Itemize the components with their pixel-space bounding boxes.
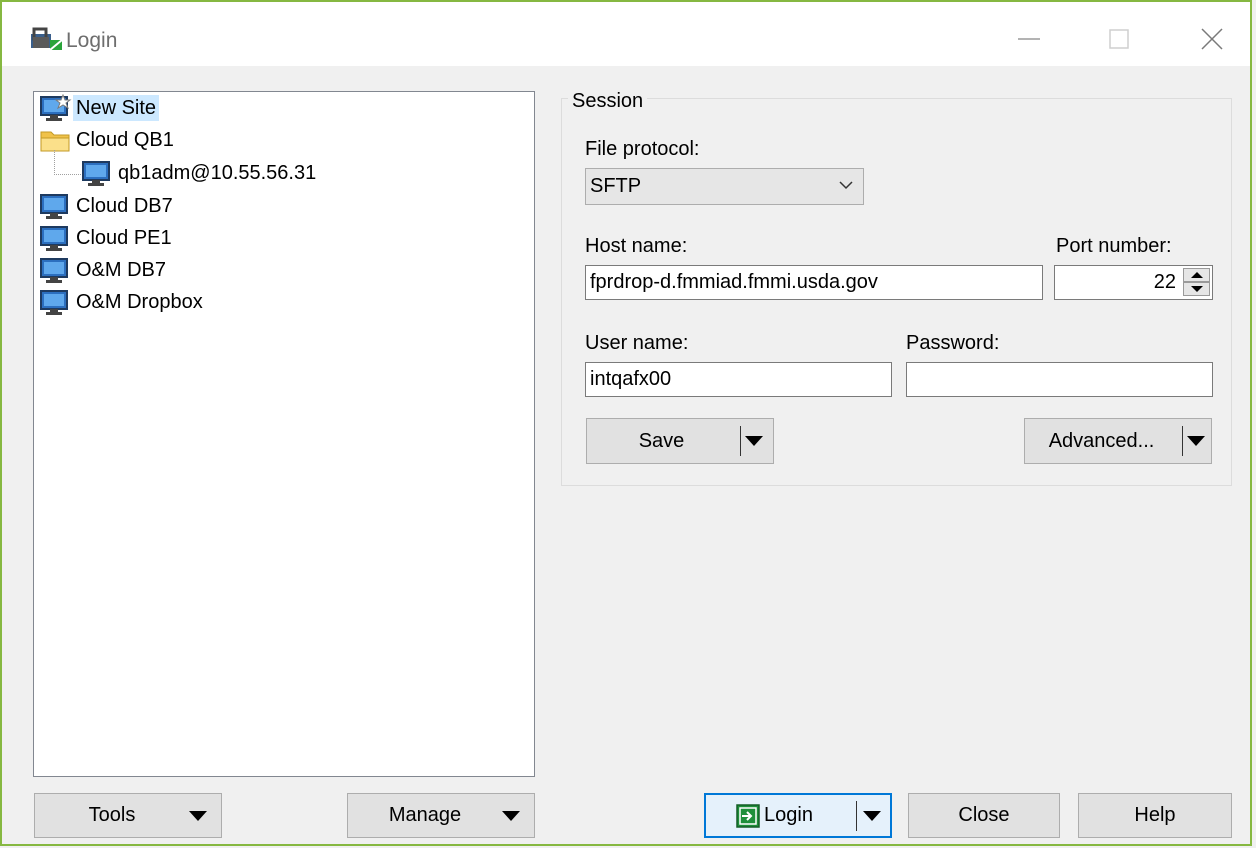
tree-item-om-db7[interactable]: O&M DB7 [39,256,169,284]
split-divider [1182,426,1183,456]
monitor-icon [40,290,68,315]
save-button-label: Save [638,429,685,452]
manage-button-label: Manage [388,804,462,826]
close-icon[interactable] [1197,24,1227,54]
split-divider [856,800,857,831]
dropdown-arrow-icon [502,810,520,821]
tree-item-label: O&M DB7 [76,259,167,281]
tree-item-qb1adm[interactable]: qb1adm@10.55.56.31 [81,159,319,187]
file-protocol-value: SFTP [590,175,642,197]
manage-button[interactable]: Manage [347,793,535,838]
tree-item-om-dropbox[interactable]: O&M Dropbox [39,288,206,316]
help-button-label: Help [1134,804,1176,826]
advanced-button-label: Advanced... [1048,429,1155,452]
port-number-value: 22 [1153,271,1176,293]
password-field[interactable] [906,362,1213,397]
login-button-label: Login [764,804,813,826]
port-number-label: Port number: [1056,235,1172,257]
spin-up-icon[interactable] [1183,268,1210,282]
login-window: Login New Site Cloud QB1 qb1adm@10.55.56… [0,0,1252,846]
monitor-icon [40,258,68,283]
monitor-icon [40,194,68,219]
tree-item-label: New Site [73,95,160,121]
tree-item-label: Cloud QB1 [76,129,174,151]
chevron-down-icon [839,181,853,190]
session-group-title: Session [568,90,648,113]
login-icon [736,803,760,828]
user-name-field[interactable] [585,362,892,397]
user-name-label: User name: [585,332,689,354]
tree-item-label: O&M Dropbox [76,291,203,313]
host-name-label: Host name: [585,235,688,257]
tools-button-label: Tools [88,804,136,826]
monitor-icon [82,161,110,186]
tree-item-label: qb1adm@10.55.56.31 [118,162,317,184]
tree-connector [54,150,81,175]
maximize-icon[interactable] [1104,24,1134,54]
minimize-icon[interactable] [1014,24,1044,54]
tree-item-cloud-pe1[interactable]: Cloud PE1 [39,224,175,252]
spin-down-icon[interactable] [1183,282,1210,296]
tools-button[interactable]: Tools [34,793,222,838]
port-number-stepper[interactable]: 22 [1054,265,1213,300]
close-button[interactable]: Close [908,793,1060,838]
dropdown-arrow-icon [189,810,207,821]
site-tree[interactable]: New Site Cloud QB1 qb1adm@10.55.56.31 Cl… [33,91,535,777]
dropdown-arrow-icon[interactable] [745,436,763,446]
login-button[interactable]: Login [704,793,892,838]
save-button[interactable]: Save [586,418,774,464]
tree-item-label: Cloud DB7 [76,195,173,217]
tree-item-cloud-db7[interactable]: Cloud DB7 [39,192,176,220]
dropdown-arrow-icon[interactable] [1187,436,1205,446]
tree-item-new-site[interactable]: New Site [39,94,160,122]
split-divider [740,426,741,456]
advanced-button[interactable]: Advanced... [1024,418,1212,464]
close-button-label: Close [958,804,1010,826]
title-bar[interactable]: Login [2,2,1250,66]
help-button[interactable]: Help [1078,793,1232,838]
app-lock-icon [31,27,63,51]
tree-item-label: Cloud PE1 [76,227,172,249]
monitor-icon [40,226,68,251]
password-label: Password: [906,332,1000,354]
file-protocol-select[interactable]: SFTP [585,168,864,205]
host-name-field[interactable] [585,265,1043,300]
dropdown-arrow-icon[interactable] [863,810,881,821]
window-title: Login [66,29,118,52]
new-site-icon [40,94,72,121]
file-protocol-label: File protocol: [585,138,700,160]
